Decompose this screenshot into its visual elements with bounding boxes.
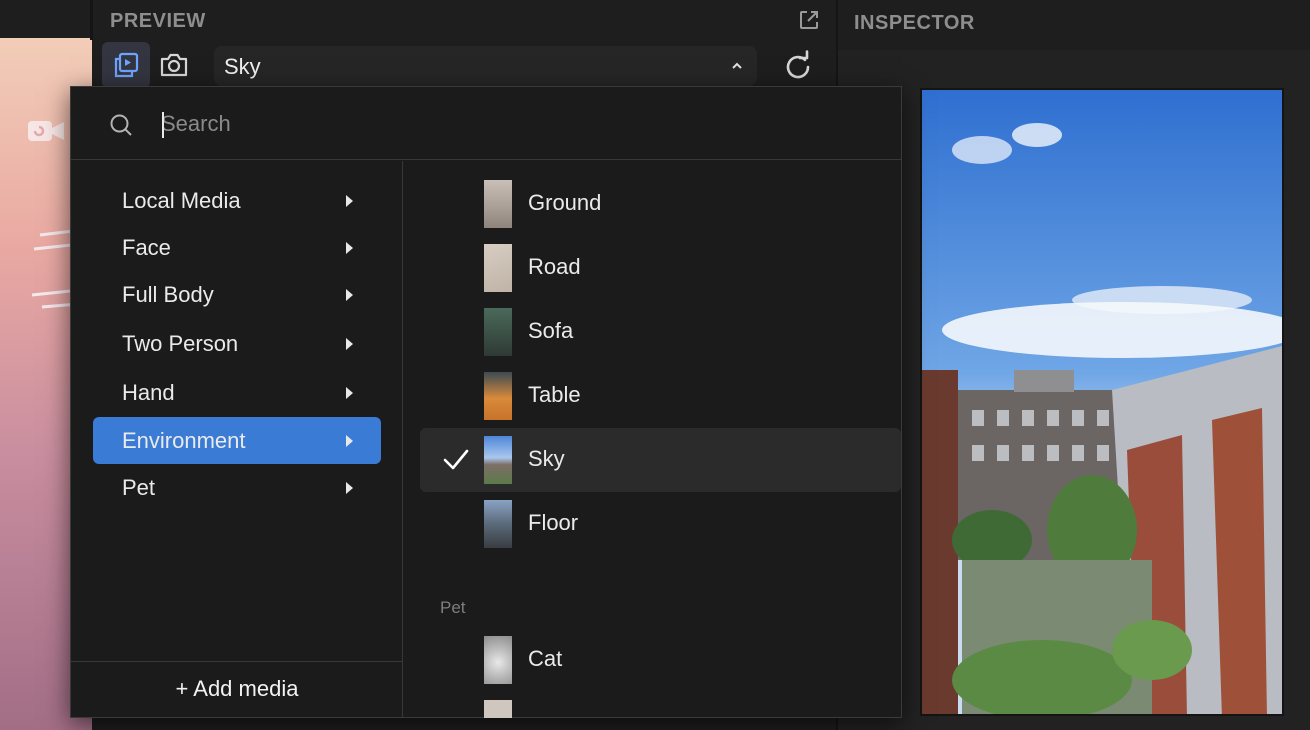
preview-title: PREVIEW <box>110 10 206 32</box>
thumbnail <box>484 244 512 292</box>
preview-mode-button[interactable] <box>102 42 150 88</box>
category-face[interactable]: Face <box>93 224 381 271</box>
category-hand[interactable]: Hand <box>93 369 381 416</box>
category-label: Two Person <box>122 331 239 356</box>
sky-scene-image <box>922 90 1282 714</box>
thumbnail <box>484 436 512 484</box>
category-two-person[interactable]: Two Person <box>93 320 381 367</box>
text-caret <box>162 112 164 138</box>
dropdown-footer: + Add media <box>71 661 403 718</box>
thumbnail <box>484 636 512 684</box>
category-label: Local Media <box>122 188 241 213</box>
category-environment[interactable]: Environment <box>93 417 381 464</box>
media-item-road[interactable]: Road <box>420 236 901 300</box>
chevron-right-icon <box>346 435 353 447</box>
media-item-cat[interactable]: Cat <box>420 628 901 692</box>
chevron-right-icon <box>346 242 353 254</box>
checkmark-icon <box>443 449 469 470</box>
media-picker-dropdown: Local Media Face Full Body Two Person Ha… <box>70 86 902 718</box>
media-item-sky[interactable]: Sky <box>420 428 901 492</box>
media-item-pet-2[interactable] <box>420 692 901 718</box>
chevron-right-icon <box>346 482 353 494</box>
thumbnail <box>484 180 512 228</box>
chevron-right-icon <box>346 338 353 350</box>
add-media-button[interactable]: + Add media <box>71 676 403 702</box>
category-full-body[interactable]: Full Body <box>93 271 381 318</box>
chevron-right-icon <box>346 289 353 301</box>
refresh-icon[interactable] <box>781 50 815 84</box>
media-label: Cat <box>528 646 563 671</box>
category-label: Face <box>122 235 171 260</box>
thumbnail <box>484 500 512 548</box>
media-list: Ground Road Sofa Table Sky Floor Pet Cat <box>404 161 901 718</box>
chevron-right-icon <box>346 387 353 399</box>
media-select[interactable]: Sky <box>214 46 757 86</box>
inspector-preview-image <box>920 88 1284 716</box>
media-label: Sky <box>528 446 565 471</box>
chevron-up-icon <box>732 62 742 69</box>
section-label-pet: Pet <box>440 598 466 617</box>
category-list: Local Media Face Full Body Two Person Ha… <box>71 161 403 661</box>
media-label: Floor <box>528 510 579 535</box>
category-label: Environment <box>122 428 246 453</box>
thumbnail <box>484 372 512 420</box>
media-item-table[interactable]: Table <box>420 364 901 428</box>
media-label: Ground <box>528 190 602 215</box>
category-label: Hand <box>122 380 175 405</box>
media-item-floor[interactable]: Floor <box>420 492 901 556</box>
app-window: PREVIEW INSPECTOR Sky Search Local Media… <box>0 0 1310 730</box>
category-local-media[interactable]: Local Media <box>93 177 381 224</box>
external-link-icon[interactable] <box>797 8 821 32</box>
media-item-sofa[interactable]: Sofa <box>420 300 901 364</box>
thumbnail <box>484 308 512 356</box>
chevron-right-icon <box>346 195 353 207</box>
preview-mode-icon <box>114 52 139 78</box>
camera-button[interactable] <box>150 42 198 88</box>
panel-divider <box>90 0 93 40</box>
media-item-ground[interactable]: Ground <box>420 172 901 236</box>
search-icon <box>110 114 132 136</box>
search-input[interactable] <box>161 105 861 143</box>
media-label: Road <box>528 254 581 279</box>
video-camera-icon <box>28 121 64 141</box>
search-bar <box>71 87 901 160</box>
thumbnail <box>484 700 512 718</box>
media-label: Table <box>528 382 581 407</box>
media-label: Sofa <box>528 318 574 343</box>
inspector-title: INSPECTOR <box>854 12 975 34</box>
camera-icon <box>160 53 188 77</box>
category-label: Full Body <box>122 282 214 307</box>
media-select-value: Sky <box>224 54 261 79</box>
category-pet[interactable]: Pet <box>93 464 381 511</box>
category-label: Pet <box>122 475 156 500</box>
